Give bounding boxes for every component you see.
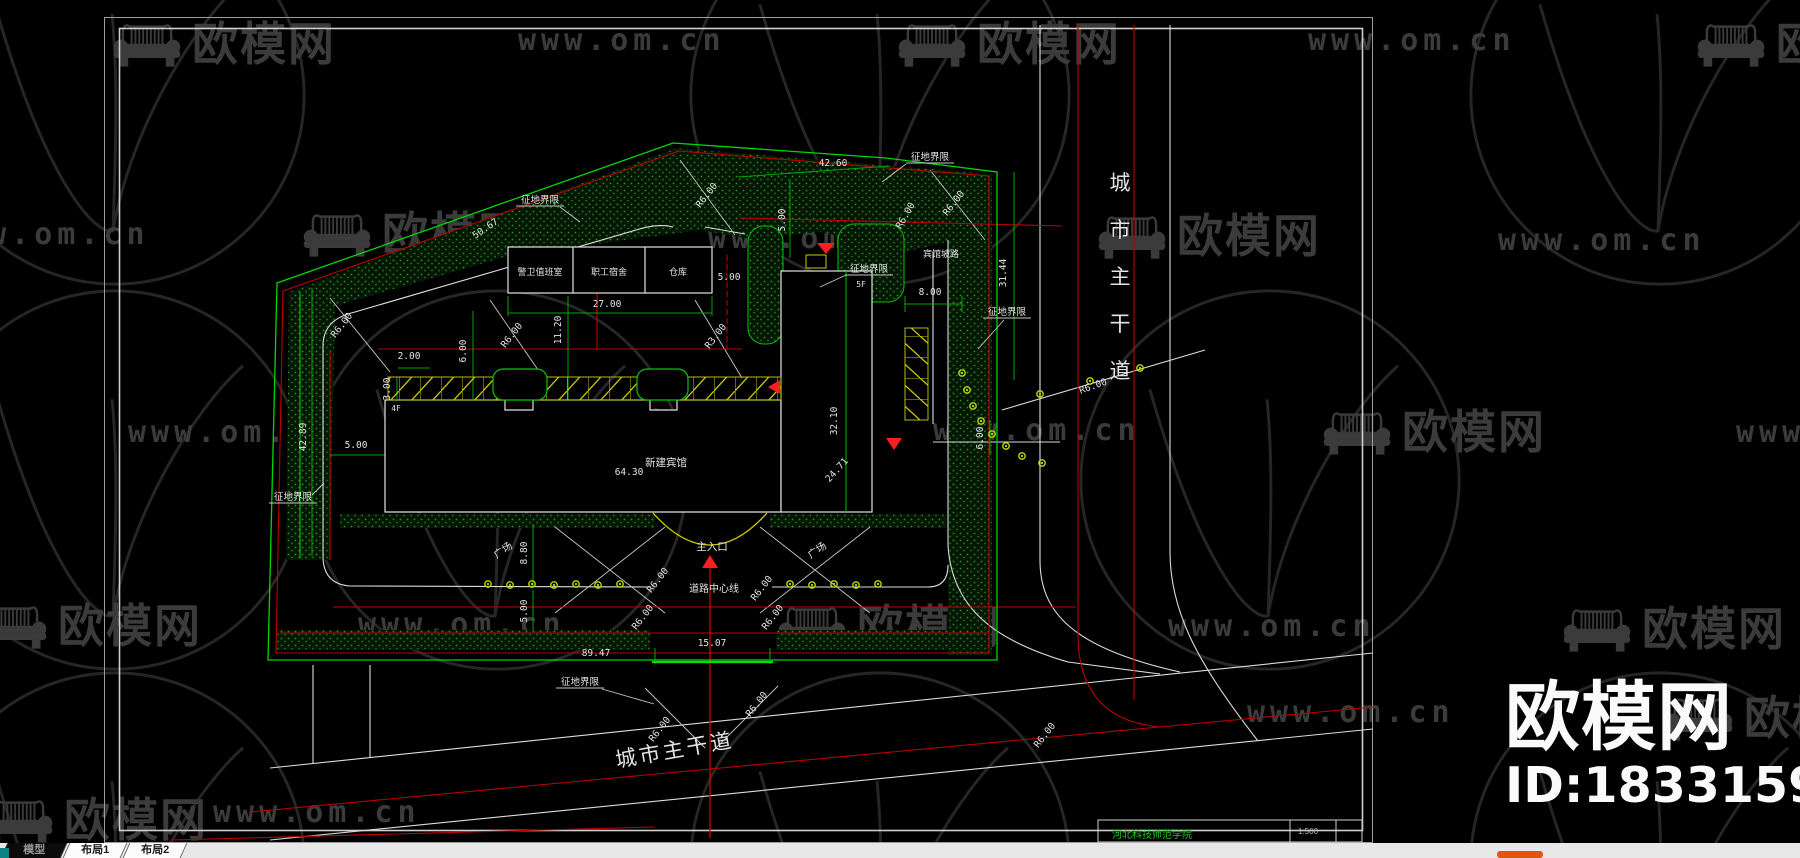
boundary-label: 征地界限	[521, 194, 560, 206]
sofa-logo-icon	[0, 800, 54, 844]
tree-icon	[550, 581, 558, 589]
sofa-logo-icon	[1322, 412, 1392, 456]
sofa-logo-icon	[897, 24, 967, 68]
site-watermark-logo: 欧模网	[1505, 675, 1734, 759]
tree-icon	[616, 580, 624, 588]
radius-label: R3.00	[703, 322, 729, 352]
boundary-label: 征地界限	[561, 676, 600, 688]
tab-layout1[interactable]: 布局1	[62, 843, 128, 858]
road-label-right: 城	[1110, 171, 1131, 195]
sofa-logo-icon	[302, 214, 372, 258]
title-block-scale: 1:500	[1298, 827, 1319, 836]
radius-label: R6.00	[749, 574, 775, 604]
dimension-text: 2.00	[398, 351, 421, 362]
watermark-url-text: www.om.cn	[1498, 223, 1706, 258]
watermark-url-text: www.om.cn	[1168, 609, 1376, 644]
dimension-text: 11.20	[553, 315, 564, 344]
road-label-right: 道	[1110, 359, 1131, 383]
site-watermark-id: ID:1833159	[1505, 757, 1800, 814]
dimension-text: 42.60	[819, 158, 848, 169]
building-label-dorm: 职工宿舍	[591, 266, 627, 278]
dimension-text: 15.07	[698, 638, 727, 649]
site-watermark: 欧模网 ID:1833159	[1505, 675, 1800, 814]
boundary-label: 征地界限	[911, 151, 950, 163]
building-label-guard: 警卫值班室	[517, 266, 562, 278]
building-label-warehouse: 仓库	[669, 266, 687, 278]
boundary-label-leader	[601, 688, 655, 705]
watermark-logo-text: 欧模网	[1642, 603, 1786, 655]
sofa-logo-icon	[112, 24, 182, 68]
floor-label: 4F	[391, 404, 401, 413]
tree-icon	[506, 581, 514, 589]
tab-layout2[interactable]: 布局2	[122, 843, 188, 858]
model-space-indicator[interactable]	[0, 848, 9, 858]
sofa-logo-icon	[0, 606, 48, 650]
road-centerline-label: 道路中心线	[689, 582, 739, 595]
main-entrance-label: 主入口	[696, 541, 728, 553]
tree-icon	[1018, 452, 1026, 460]
hotel-road-label: 宾馆坡路	[923, 248, 959, 260]
radius-label: R6.00	[1032, 721, 1058, 751]
dimension-text: 5.00	[718, 272, 741, 283]
watermark-logo-text: 欧模网	[64, 794, 208, 846]
building-label-main: 新建宾馆	[645, 456, 687, 469]
watermark-url-text: www.om.cn	[0, 217, 150, 252]
sofa-logo-icon	[1562, 609, 1632, 653]
tab-model[interactable]: 模型	[0, 843, 68, 858]
logo-accent-mark	[1497, 851, 1543, 858]
dimension-text: 31.44	[998, 258, 1009, 287]
road-label-right: 主	[1110, 265, 1131, 289]
watermark-logo-text: 欧模网	[1402, 406, 1546, 458]
watermark-logo-text: 欧模网	[977, 18, 1121, 70]
plaza-label: 广场	[491, 539, 515, 561]
watermark-logo-text: 欧模网	[192, 18, 336, 70]
dimension-text: 5.00	[777, 208, 788, 231]
dimension-text: 6.00	[458, 339, 469, 362]
floor-label: 5F	[856, 280, 866, 289]
road-label-right: 市	[1110, 218, 1131, 242]
dimension-text: 6.00	[975, 426, 986, 449]
dimension-text: 64.30	[615, 467, 644, 478]
boundary-label: 征地界限	[988, 306, 1027, 318]
dimension-text: 27.00	[593, 299, 622, 310]
watermark-logo-text: 欧模网	[58, 600, 202, 652]
watermark-url-text: www.om.cn	[1736, 415, 1800, 450]
dimension-text: 8.80	[519, 541, 530, 564]
dimension-text: 3.00	[382, 377, 393, 400]
dimension-text: 5.00	[345, 440, 368, 451]
main-building	[384, 399, 782, 513]
plaza-label: 广场	[805, 539, 829, 561]
dimension-text: 5.00	[519, 599, 530, 622]
tree-icon	[786, 580, 794, 588]
radius-label: R6.00	[744, 690, 770, 720]
dimension-text: 42.89	[298, 422, 309, 451]
dimension-text: 89.47	[582, 648, 611, 659]
watermark-logo-text: 欧模网	[1177, 210, 1321, 262]
boundary-label: 征地界限	[850, 263, 889, 275]
watermark-url-text: www.om.cn	[1247, 695, 1455, 730]
sofa-logo-icon	[1696, 24, 1766, 68]
dimension-text: 32.10	[829, 406, 840, 435]
title-block-project: 河北科技师范学院	[1112, 830, 1192, 841]
tree-icon	[830, 580, 838, 588]
dimension-text: 8.00	[919, 287, 942, 298]
watermark-logo-text: 欧模网	[1776, 18, 1800, 70]
radius-label: R6.00	[645, 566, 671, 596]
boundary-label: 征地界限	[274, 491, 313, 503]
cad-viewport[interactable]: 欧模网欧模网欧模网欧模网欧模网欧模网欧模网欧模网欧模网欧模网欧模网欧模网www.…	[0, 0, 1800, 858]
tree-icon	[874, 580, 882, 588]
watermark-url-text: www.om.cn	[213, 795, 421, 830]
road-label-right: 干	[1110, 312, 1131, 336]
